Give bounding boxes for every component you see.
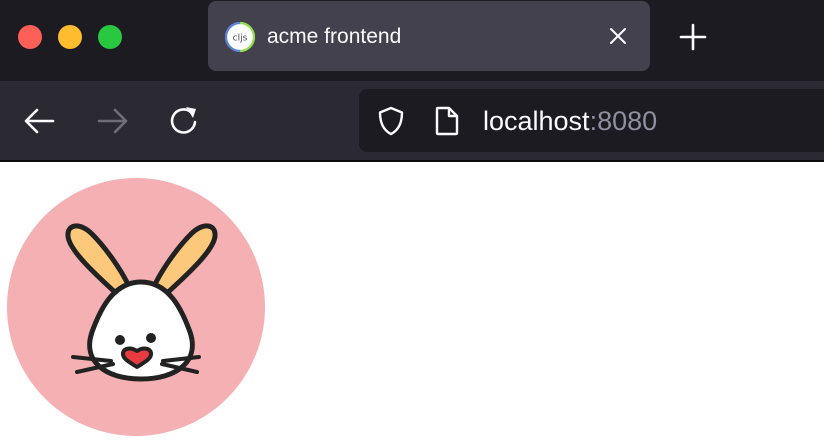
close-icon[interactable] xyxy=(604,22,632,50)
cljs-icon: cljs xyxy=(224,21,256,53)
rabbit-left-eye xyxy=(115,335,125,345)
favicon-text: cljs xyxy=(233,34,248,44)
url-port: :8080 xyxy=(589,106,658,136)
reload-icon[interactable] xyxy=(166,103,202,139)
window-maximize-button[interactable] xyxy=(98,25,122,49)
arrow-left-icon[interactable] xyxy=(22,103,58,139)
tab-title: acme frontend xyxy=(267,25,402,48)
plus-icon[interactable] xyxy=(676,20,710,54)
url-host: localhost xyxy=(483,106,590,136)
window-minimize-button[interactable] xyxy=(58,25,82,49)
shield-icon[interactable] xyxy=(375,105,407,137)
page-content xyxy=(0,162,824,440)
tab-bar: cljs acme frontend xyxy=(0,0,824,81)
arrow-right-icon[interactable] xyxy=(94,103,130,139)
tab-acme-frontend[interactable]: cljs acme frontend xyxy=(208,1,650,71)
rabbit-right-eye xyxy=(146,333,156,343)
browser-window: cljs acme frontend localhost:8080 xyxy=(0,0,824,440)
url-text[interactable]: localhost:8080 xyxy=(483,106,657,137)
rabbit-logo xyxy=(7,178,265,436)
window-close-button[interactable] xyxy=(18,25,42,49)
page-icon xyxy=(435,106,459,136)
navigation-toolbar: localhost:8080 xyxy=(0,81,824,160)
url-bar[interactable]: localhost:8080 xyxy=(359,89,824,152)
